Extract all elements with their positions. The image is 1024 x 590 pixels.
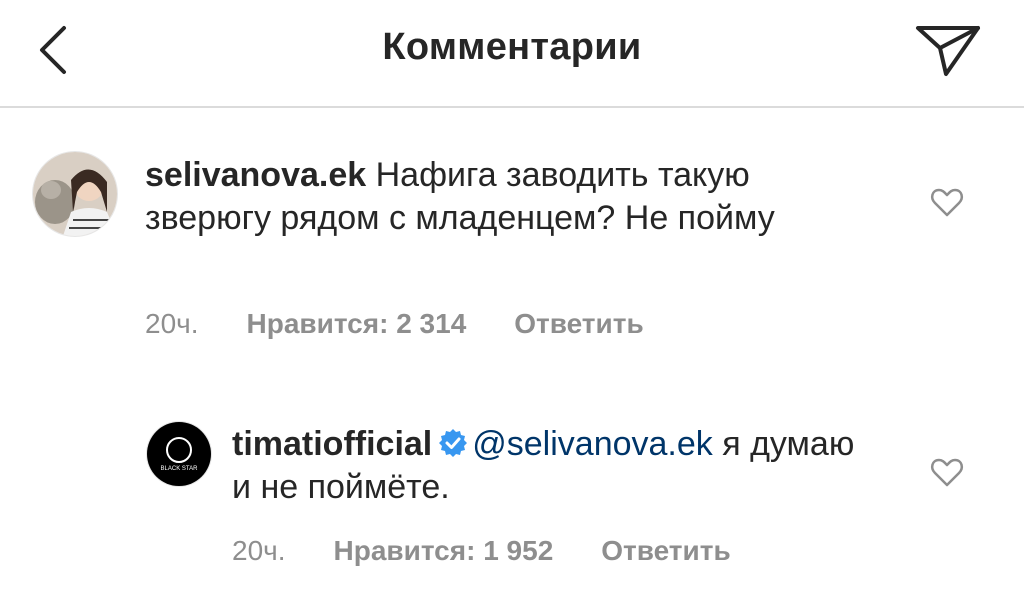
like-count[interactable]: Нравится: 1 952: [334, 535, 554, 567]
comment-meta: 20ч. Нравится: 2 314 Ответить: [145, 308, 644, 340]
heart-outline-icon[interactable]: [929, 454, 965, 490]
verified-badge-icon: [439, 429, 468, 457]
comment-time: 20ч.: [232, 535, 286, 566]
mention-link[interactable]: @selivanova.ek: [472, 425, 713, 463]
user-avatar-photo[interactable]: [33, 152, 117, 236]
comment-username[interactable]: selivanova.ek: [145, 156, 366, 194]
paper-plane-icon[interactable]: [912, 18, 984, 80]
reply-button[interactable]: Ответить: [514, 308, 643, 340]
heart-outline-icon[interactable]: [929, 184, 965, 220]
comment-meta: 20ч. Нравится: 1 952 Ответить: [232, 535, 731, 567]
reply-button[interactable]: Ответить: [601, 535, 730, 567]
comment-text: timatiofficial @selivanova.ek я думаю и …: [232, 423, 882, 509]
comment-text: selivanova.ek Нафига заводить такую звер…: [145, 154, 885, 240]
logo-text: BLACK STAR: [161, 466, 199, 472]
page-title: Комментарии: [382, 26, 642, 68]
comment-time: 20ч.: [145, 308, 199, 339]
top-bar: Комментарии: [0, 0, 1024, 108]
black-star-logo[interactable]: BLACK STAR: [147, 422, 211, 486]
comment-username[interactable]: timatiofficial: [232, 425, 432, 463]
like-count[interactable]: Нравится: 2 314: [247, 308, 467, 340]
